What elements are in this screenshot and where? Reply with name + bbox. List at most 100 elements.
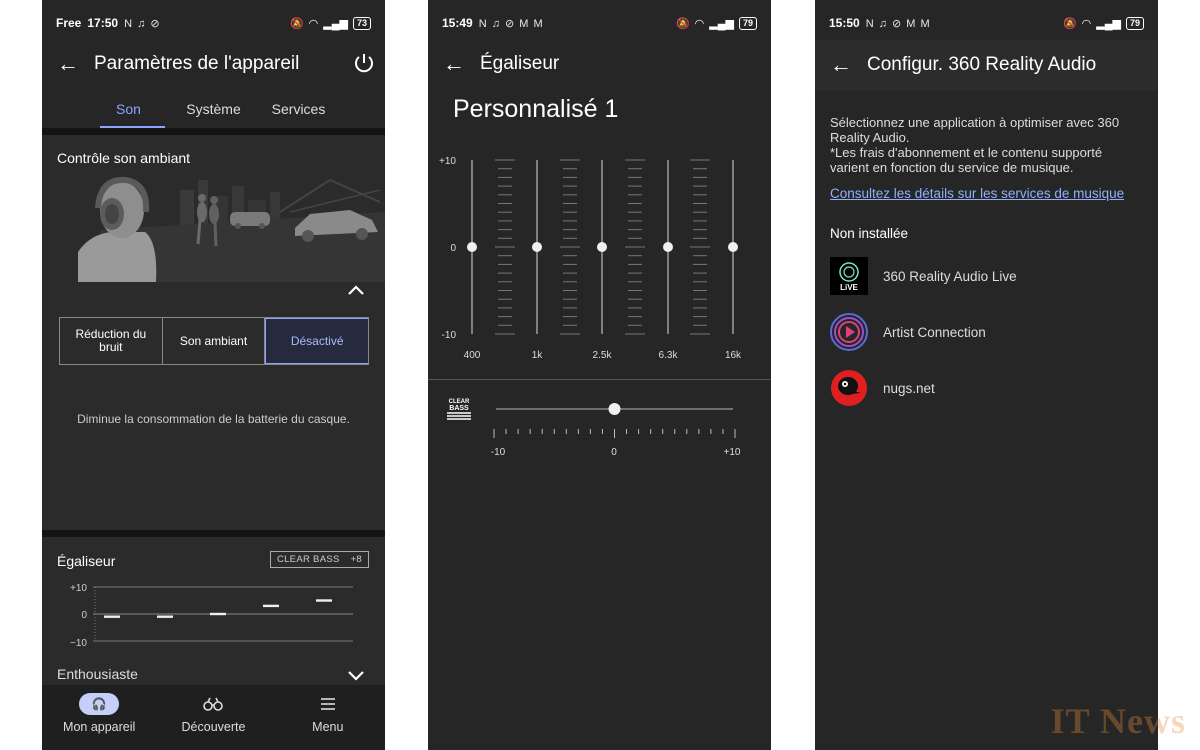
collapse-chevron-icon[interactable] bbox=[347, 283, 365, 301]
status-right: 🔕 ◠ ▂▄▆ 79 bbox=[676, 16, 757, 30]
status-bar: 15:50 N ♫ ⊘ M M 🔕 ◠ ▂▄▆ 79 bbox=[829, 14, 1144, 32]
option-noise-cancelling[interactable]: Réduction du bruit bbox=[60, 318, 163, 364]
description-line-1: Sélectionnez une application à optimiser… bbox=[830, 115, 1120, 145]
headphones-icon: 🎧 bbox=[79, 693, 120, 715]
status-carrier: Free bbox=[56, 16, 82, 30]
eq-band-thumb[interactable] bbox=[663, 242, 673, 252]
battery-icon: 73 bbox=[352, 16, 371, 30]
section-divider-2 bbox=[42, 530, 385, 537]
signal-icon: ▂▄▆ bbox=[709, 17, 734, 30]
nav-menu[interactable]: Menu bbox=[271, 685, 385, 750]
not-installed-heading: Non installée bbox=[830, 226, 909, 241]
nav-label: Mon appareil bbox=[63, 720, 136, 734]
eq-band-thumb[interactable] bbox=[597, 242, 607, 252]
equalizer-title: Égaliseur bbox=[57, 553, 116, 569]
eq-band-thumb[interactable] bbox=[532, 242, 542, 252]
reality-audio-screen: 15:50 N ♫ ⊘ M M 🔕 ◠ ▂▄▆ 79 ← Configur. 3… bbox=[815, 0, 1158, 750]
back-arrow-icon[interactable]: ← bbox=[42, 51, 94, 77]
status-icons: N ♫ ⊘ bbox=[124, 17, 161, 30]
equalizer-preset-name: Enthousiaste bbox=[57, 666, 138, 682]
artist-connection-icon bbox=[830, 313, 868, 351]
nav-my-device[interactable]: 🎧 Mon appareil bbox=[42, 685, 156, 750]
option-off[interactable]: Désactivé bbox=[265, 318, 369, 364]
clear-bass-mid: 0 bbox=[611, 447, 617, 458]
description-line-2: *Les frais d'abonnement et le contenu su… bbox=[830, 145, 1103, 175]
status-icons: N ♫ ⊘ M M bbox=[865, 17, 931, 30]
eq-band-label: 16k bbox=[725, 350, 742, 361]
tab-bar: Son Système Services bbox=[42, 90, 385, 128]
clear-bass-label-bottom: BASS bbox=[449, 405, 469, 412]
clear-bass-min: -10 bbox=[491, 447, 506, 458]
tab-systeme[interactable]: Système bbox=[171, 90, 256, 128]
bottom-navigation: 🎧 Mon appareil Découverte Menu bbox=[42, 685, 385, 750]
status-right: 🔕 ◠ ▂▄▆ 79 bbox=[1062, 16, 1144, 30]
clear-bass-control[interactable]: CLEAR BASS -10 0 +10 bbox=[428, 395, 771, 465]
app-bar: ← Égaliseur bbox=[428, 40, 771, 88]
power-icon[interactable] bbox=[353, 52, 375, 79]
app-name: 360 Reality Audio Live bbox=[883, 268, 1017, 284]
eq-y-label: 0 bbox=[450, 243, 456, 254]
app-name: nugs.net bbox=[883, 380, 935, 396]
ambient-mode-selector: Réduction du bruit Son ambiant Désactivé bbox=[59, 317, 369, 365]
nav-discovery[interactable]: Découverte bbox=[156, 685, 270, 750]
watermark-logo: IT News bbox=[1050, 701, 1186, 741]
mini-y-label: 0 bbox=[81, 610, 87, 621]
reality-audio-live-icon: LiVE bbox=[830, 257, 868, 295]
section-divider bbox=[42, 128, 385, 135]
page-title: Paramètres de l'appareil bbox=[94, 53, 300, 74]
band-level-marker bbox=[157, 615, 173, 618]
back-arrow-icon[interactable]: ← bbox=[428, 51, 480, 77]
eq-band-thumb[interactable] bbox=[467, 242, 477, 252]
clear-bass-value: +8 bbox=[350, 554, 362, 565]
music-services-link[interactable]: Consultez les détails sur les services d… bbox=[830, 186, 1124, 201]
status-time: 15:50 bbox=[829, 16, 860, 30]
app-item-nugs[interactable]: nugs.net bbox=[830, 368, 1143, 408]
mute-icon: 🔕 bbox=[1062, 17, 1077, 30]
preset-name: Personnalisé 1 bbox=[453, 95, 619, 123]
band-level-marker bbox=[316, 599, 332, 602]
mini-y-label: +10 bbox=[70, 583, 87, 594]
wifi-icon: ◠ bbox=[694, 17, 705, 30]
app-bar: ← Paramètres de l'appareil bbox=[42, 40, 385, 88]
app-bar: ← Configur. 360 Reality Audio bbox=[815, 40, 1158, 90]
band-level-marker bbox=[104, 615, 120, 618]
status-bar: 15:49 N ♫ ⊘ M M 🔕 ◠ ▂▄▆ 79 bbox=[442, 14, 757, 32]
nugs-icon bbox=[831, 370, 867, 406]
binoculars-icon bbox=[156, 693, 270, 715]
live-badge: LiVE bbox=[840, 283, 858, 292]
page-title: Configur. 360 Reality Audio bbox=[867, 54, 1097, 75]
eq-y-label: -10 bbox=[442, 330, 457, 341]
eq-band-label: 400 bbox=[464, 350, 481, 361]
status-icons: N ♫ ⊘ M M bbox=[478, 17, 544, 30]
expand-chevron-icon[interactable] bbox=[347, 668, 365, 686]
equalizer-screen: 15:49 N ♫ ⊘ M M 🔕 ◠ ▂▄▆ 79 ← Égaliseur P… bbox=[428, 0, 771, 750]
equalizer-sliders[interactable]: +10 0 -10 400 1k 2.5k 6.3k 16k bbox=[428, 145, 771, 370]
ambient-title: Contrôle son ambiant bbox=[57, 150, 191, 166]
nav-label: Menu bbox=[312, 720, 344, 734]
tab-son[interactable]: Son bbox=[86, 90, 171, 128]
status-bar: Free 17:50 N ♫ ⊘ 🔕 ◠ ▂▄▆ 73 bbox=[56, 14, 371, 32]
back-arrow-icon[interactable]: ← bbox=[815, 52, 867, 78]
band-level-marker bbox=[263, 604, 279, 608]
app-name: Artist Connection bbox=[883, 324, 986, 340]
description: Sélectionnez une application à optimiser… bbox=[830, 115, 1143, 175]
mini-y-label: −10 bbox=[70, 638, 87, 649]
clear-bass-badge: CLEAR BASS +8 bbox=[269, 551, 369, 568]
ambient-illustration bbox=[78, 176, 385, 282]
eq-band-label: 6.3k bbox=[659, 350, 679, 361]
signal-icon: ▂▄▆ bbox=[1096, 17, 1121, 30]
option-ambient-sound[interactable]: Son ambiant bbox=[163, 318, 266, 364]
mute-icon: 🔕 bbox=[289, 17, 304, 30]
tab-services[interactable]: Services bbox=[256, 90, 341, 128]
app-item-360-live[interactable]: LiVE 360 Reality Audio Live bbox=[830, 256, 1143, 296]
equalizer-preview: +10 0 −10 bbox=[70, 583, 353, 649]
clear-bass-thumb bbox=[608, 403, 621, 415]
ambient-hint: Diminue la consommation de la batterie d… bbox=[77, 412, 350, 426]
eq-band-thumb[interactable] bbox=[728, 242, 738, 252]
app-item-artist-connection[interactable]: Artist Connection bbox=[830, 312, 1143, 352]
menu-icon bbox=[271, 693, 385, 715]
status-time: 17:50 bbox=[87, 16, 119, 30]
wifi-icon: ◠ bbox=[308, 17, 319, 30]
battery-icon: 79 bbox=[1125, 16, 1144, 30]
eq-band-label: 1k bbox=[532, 350, 544, 361]
